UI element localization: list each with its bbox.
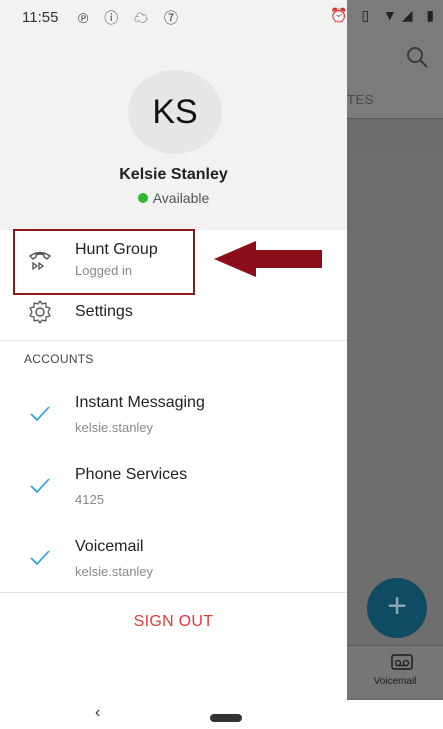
account-detail: kelsie.stanley	[75, 564, 154, 579]
navigation-drawer: KS Kelsie Stanley Available Hunt Group L…	[0, 0, 347, 700]
background-tab-label: TES	[347, 92, 374, 107]
presence-status[interactable]: Available	[0, 190, 347, 206]
presence-dot-icon	[137, 193, 148, 203]
avatar[interactable]: KS	[128, 70, 222, 154]
check-icon	[30, 478, 50, 494]
status-bar: 11:55 ℗ ⓘ ☁ ⑦ ⏰ ▯ ▼◢ ▮	[0, 0, 443, 34]
search-icon	[407, 47, 428, 68]
highlight-box	[13, 229, 195, 295]
background-tab-strip	[347, 118, 443, 151]
gear-icon	[29, 300, 51, 324]
system-nav-bar: ‹	[0, 700, 443, 729]
settings-label: Settings	[75, 303, 133, 320]
back-icon[interactable]: ‹	[95, 704, 100, 722]
check-icon	[30, 550, 50, 566]
account-detail: kelsie.stanley	[75, 420, 154, 435]
background-bottom-nav	[347, 645, 443, 698]
accounts-section-title: ACCOUNTS	[24, 352, 94, 366]
account-detail: 4125	[75, 492, 104, 507]
system-status-icons: ⏰ ▯ ▼◢ ▮	[330, 7, 440, 23]
divider	[0, 340, 347, 341]
sign-out-button[interactable]: SIGN OUT	[0, 613, 347, 631]
home-pill-icon[interactable]	[210, 714, 242, 722]
profile-header: KS Kelsie Stanley Available	[0, 0, 347, 230]
account-name: Phone Services	[75, 466, 188, 483]
profile-name: Kelsie Stanley	[119, 166, 228, 183]
status-time: 11:55	[22, 9, 59, 26]
annotation-arrow-icon	[214, 241, 322, 277]
voicemail-icon	[391, 654, 413, 670]
account-name: Instant Messaging	[75, 394, 205, 411]
voicemail-tab-label[interactable]: Voicemail	[347, 676, 443, 687]
add-fab-button[interactable]: +	[367, 578, 427, 638]
account-name: Voicemail	[75, 538, 144, 555]
notification-icons: ℗ ⓘ ☁ ⑦	[78, 10, 184, 26]
divider	[0, 592, 347, 593]
check-icon	[30, 406, 50, 422]
presence-label: Available	[152, 190, 210, 206]
